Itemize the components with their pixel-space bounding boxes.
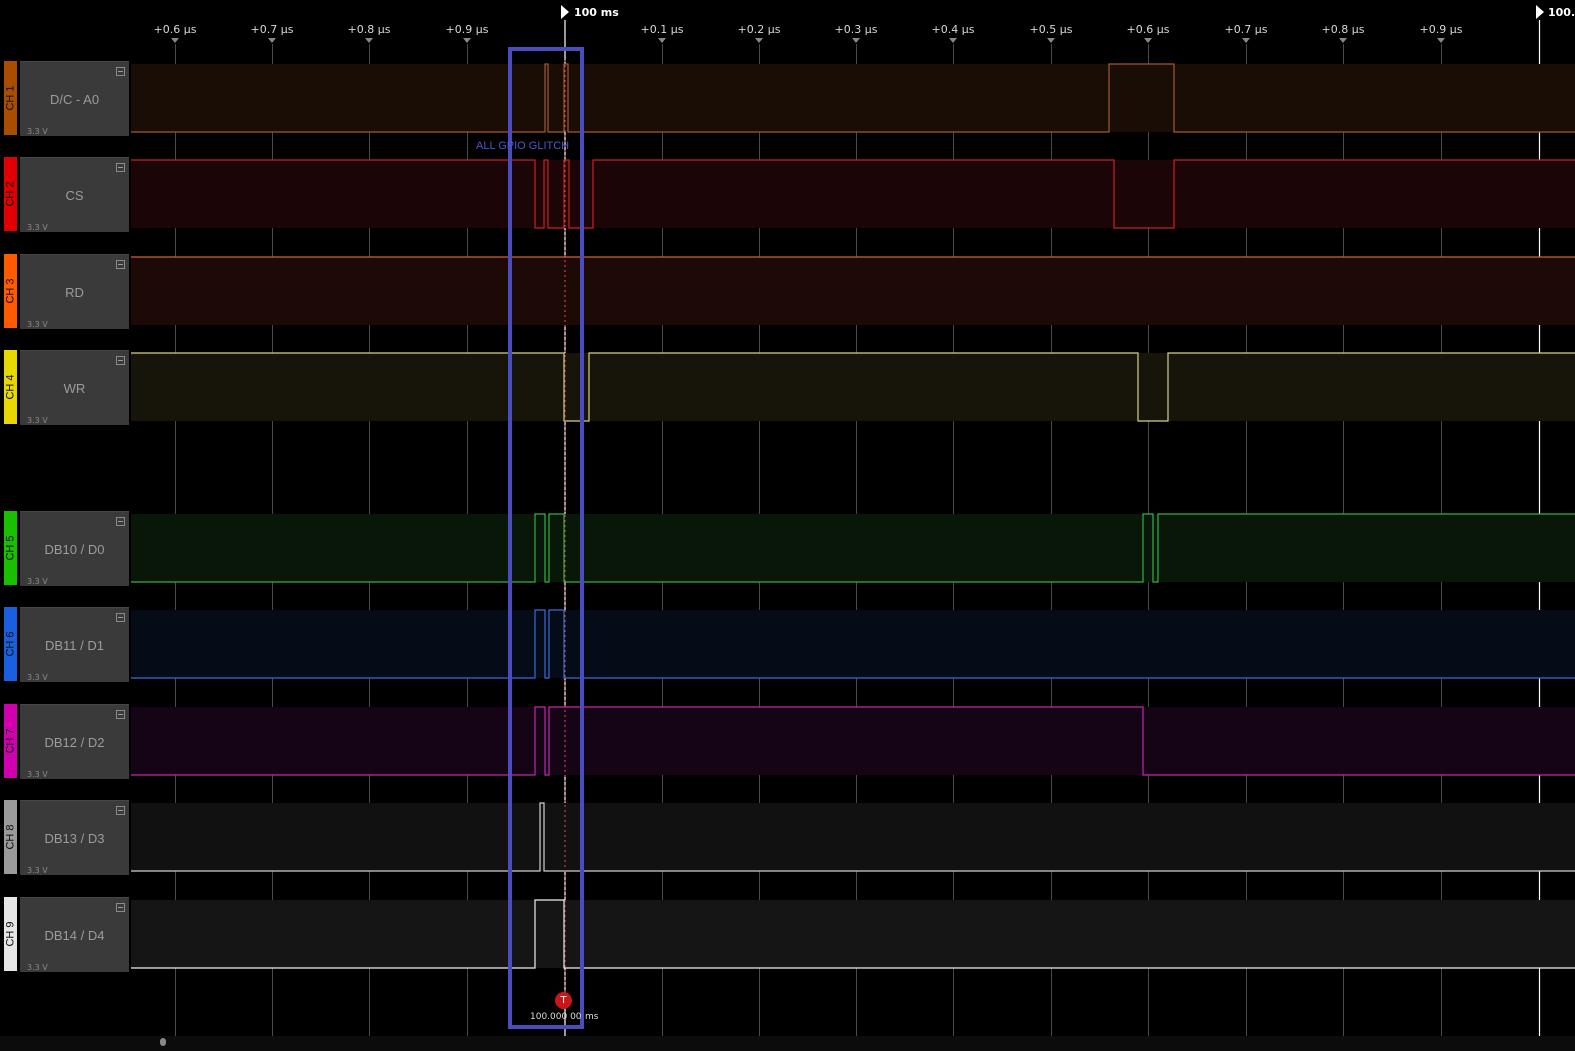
collapse-icon[interactable] (116, 67, 125, 76)
channel-name: DB11 / D1 (44, 638, 104, 653)
scrollbar-thumb[interactable] (160, 1038, 166, 1046)
channel-label-box[interactable]: DB10 / D0 3.3 V (20, 511, 129, 586)
collapse-icon[interactable] (116, 356, 125, 365)
channel-label-box[interactable]: WR 3.3 V (20, 350, 129, 425)
channel-tab-label: CH 9 (4, 921, 17, 947)
glitch-annotation-label: ALL GPIO GLITCH (476, 140, 570, 152)
channel-name: DB10 / D0 (44, 542, 105, 557)
channel-tab-label: CH 8 (4, 824, 17, 850)
channel-name: DB14 / D4 (44, 928, 105, 943)
channel-tab[interactable]: CH 2 (4, 157, 17, 231)
channel-tab[interactable]: CH 3 (4, 254, 17, 328)
channel-label-box[interactable]: DB14 / D4 3.3 V (20, 897, 129, 972)
channel-name: CS (65, 188, 84, 203)
channel-voltage: 3.3 V (27, 223, 48, 232)
channel-tab-label: CH 6 (4, 631, 17, 657)
channel-label-box[interactable]: DB11 / D1 3.3 V (20, 607, 129, 682)
channel-panel-ch9[interactable]: CH 9 DB14 / D4 3.3 V (0, 897, 130, 972)
channel-name: WR (63, 381, 86, 396)
waveform-area[interactable] (0, 0, 1575, 1040)
channel-tab[interactable]: CH 7 (4, 704, 17, 778)
ch8-track-bg (131, 803, 1575, 871)
channel-label-box[interactable]: DB12 / D2 3.3 V (20, 704, 129, 779)
channel-label-box[interactable]: RD 3.3 V (20, 254, 129, 329)
horizontal-scrollbar[interactable] (0, 1036, 1575, 1051)
channel-tab[interactable]: CH 4 (4, 350, 17, 424)
collapse-icon[interactable] (116, 806, 125, 815)
channel-voltage: 3.3 V (27, 673, 48, 682)
channel-panel-ch5[interactable]: CH 5 DB10 / D0 3.3 V (0, 511, 130, 586)
ch2-track-bg (131, 160, 1575, 228)
channel-label-box[interactable]: DB13 / D3 3.3 V (20, 800, 129, 875)
channel-name: RD (65, 285, 84, 300)
channel-panel-ch3[interactable]: CH 3 RD 3.3 V (0, 254, 130, 329)
channel-tab[interactable]: CH 9 (4, 897, 17, 971)
trigger-icon[interactable]: T (555, 992, 572, 1009)
collapse-icon[interactable] (116, 163, 125, 172)
channel-voltage: 3.3 V (27, 416, 48, 425)
channel-voltage: 3.3 V (27, 577, 48, 586)
ch3-track-bg (131, 257, 1575, 325)
channel-tab-label: CH 4 (4, 374, 17, 400)
trigger-time-value: 100.000 00 (530, 1012, 582, 1022)
channel-panel-ch1[interactable]: CH 1 D/C - A0 3.3 V (0, 61, 130, 136)
ch6-track-bg (131, 610, 1575, 678)
channel-voltage: 3.3 V (27, 770, 48, 779)
collapse-icon[interactable] (116, 517, 125, 526)
channel-tab[interactable]: CH 6 (4, 607, 17, 681)
channel-panel-ch2[interactable]: CH 2 CS 3.3 V (0, 157, 130, 232)
channel-tab-label: CH 2 (4, 181, 17, 207)
ch5-track-bg (131, 514, 1575, 582)
channel-voltage: 3.3 V (27, 127, 48, 136)
channel-tab-label: CH 5 (4, 535, 17, 561)
channel-tab[interactable]: CH 8 (4, 800, 17, 874)
glitch-annotation-box (508, 47, 584, 1029)
trigger-time-unit: ms (585, 1012, 599, 1022)
collapse-icon[interactable] (116, 260, 125, 269)
channel-name: DB13 / D3 (44, 831, 105, 846)
ch4-track-bg (131, 353, 1575, 421)
collapse-icon[interactable] (116, 613, 125, 622)
channel-panel-ch8[interactable]: CH 8 DB13 / D3 3.3 V (0, 800, 130, 875)
channel-name: D/C - A0 (49, 92, 100, 107)
collapse-icon[interactable] (116, 710, 125, 719)
channel-voltage: 3.3 V (27, 866, 48, 875)
channel-tab-label: CH 1 (4, 85, 17, 111)
channel-tab-label: CH 7 (4, 728, 17, 754)
collapse-icon[interactable] (116, 903, 125, 912)
channel-name: DB12 / D2 (44, 735, 105, 750)
channel-tab-label: CH 3 (4, 278, 17, 304)
channel-panel-ch7[interactable]: CH 7 DB12 / D2 3.3 V (0, 704, 130, 779)
channel-label-box[interactable]: D/C - A0 3.3 V (20, 61, 129, 136)
channel-voltage: 3.3 V (27, 963, 48, 972)
ch7-track-bg (131, 707, 1575, 775)
channel-tab[interactable]: CH 5 (4, 511, 17, 585)
channel-tab[interactable]: CH 1 (4, 61, 17, 135)
ch9-track-bg (131, 900, 1575, 968)
ch1-track-bg (131, 64, 1575, 132)
channel-voltage: 3.3 V (27, 320, 48, 329)
channel-label-box[interactable]: CS 3.3 V (20, 157, 129, 232)
channel-panel-ch6[interactable]: CH 6 DB11 / D1 3.3 V (0, 607, 130, 682)
channel-panel-ch4[interactable]: CH 4 WR 3.3 V (0, 350, 130, 425)
